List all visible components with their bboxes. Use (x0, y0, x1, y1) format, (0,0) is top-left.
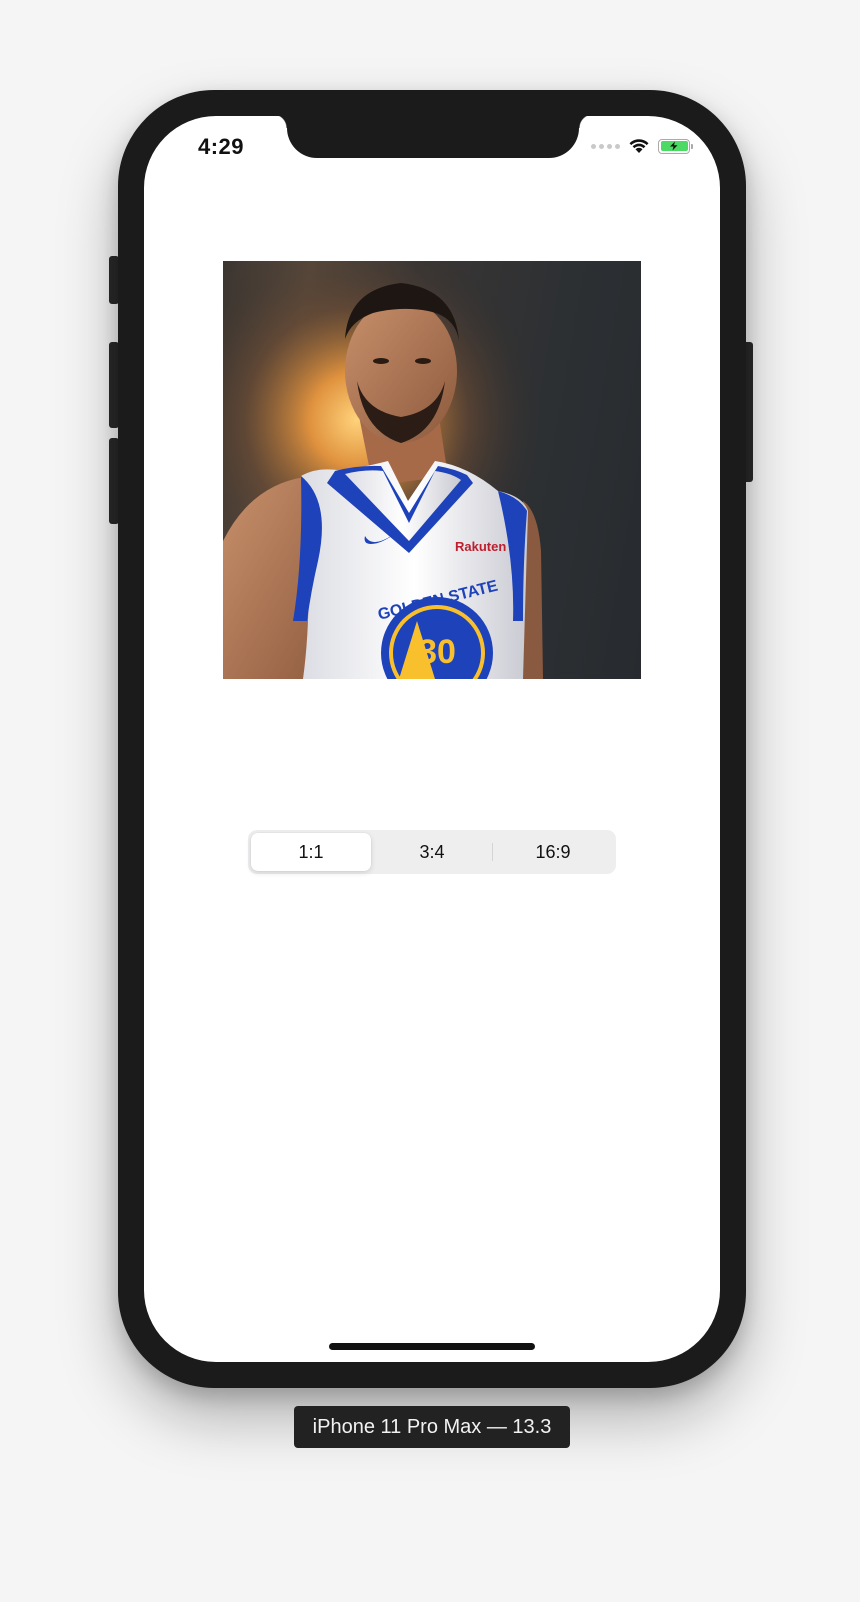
iphone-frame: 4:29 Rakuten STATE 30 1:1 3:4 16:9 (118, 90, 746, 1388)
simulator-device-label: iPhone 11 Pro Max — 13.3 (294, 1406, 570, 1448)
segment-1-1[interactable]: 1:1 (251, 833, 371, 871)
sponsor-text: Rakuten (455, 539, 506, 554)
segment-3-4[interactable]: 3:4 (372, 833, 492, 871)
wifi-icon (629, 139, 649, 153)
notch (273, 116, 593, 158)
player-photo: Rakuten GOLDEN STATE 30 (223, 261, 641, 679)
battery-charging-icon (658, 138, 693, 154)
status-icons (591, 138, 693, 154)
aspect-ratio-segmented-control[interactable]: 1:1 3:4 16:9 (248, 830, 616, 874)
cellular-signal-icon (591, 143, 620, 149)
home-indicator[interactable] (329, 1343, 535, 1350)
device-screen: 4:29 Rakuten STATE 30 1:1 3:4 16:9 (144, 116, 720, 1362)
status-time: 4:29 (198, 134, 245, 159)
simulator-stage: 4:29 Rakuten STATE 30 1:1 3:4 16:9 iPhon… (0, 0, 860, 1602)
jersey-number: 30 (418, 633, 456, 671)
segment-16-9[interactable]: 16:9 (493, 833, 613, 871)
